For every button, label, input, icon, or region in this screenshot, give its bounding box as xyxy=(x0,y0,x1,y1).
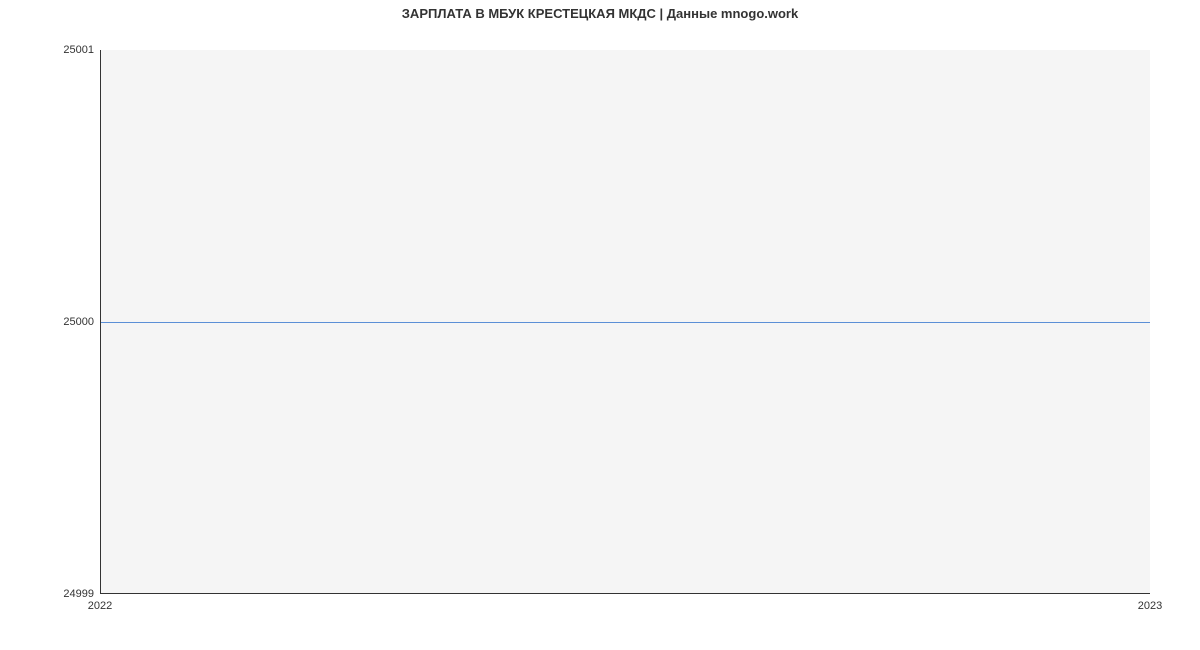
x-tick-start: 2022 xyxy=(88,600,112,612)
salary-series-line xyxy=(101,322,1150,323)
y-tick-min: 24999 xyxy=(63,588,94,600)
x-tick-end: 2023 xyxy=(1138,600,1162,612)
salary-chart: ЗАРПЛАТА В МБУК КРЕСТЕЦКАЯ МКДС | Данные… xyxy=(0,0,1200,650)
y-tick-max: 25001 xyxy=(63,44,94,56)
y-tick-mid: 25000 xyxy=(63,316,94,328)
chart-title: ЗАРПЛАТА В МБУК КРЕСТЕЦКАЯ МКДС | Данные… xyxy=(0,6,1200,21)
plot-area xyxy=(100,50,1150,594)
